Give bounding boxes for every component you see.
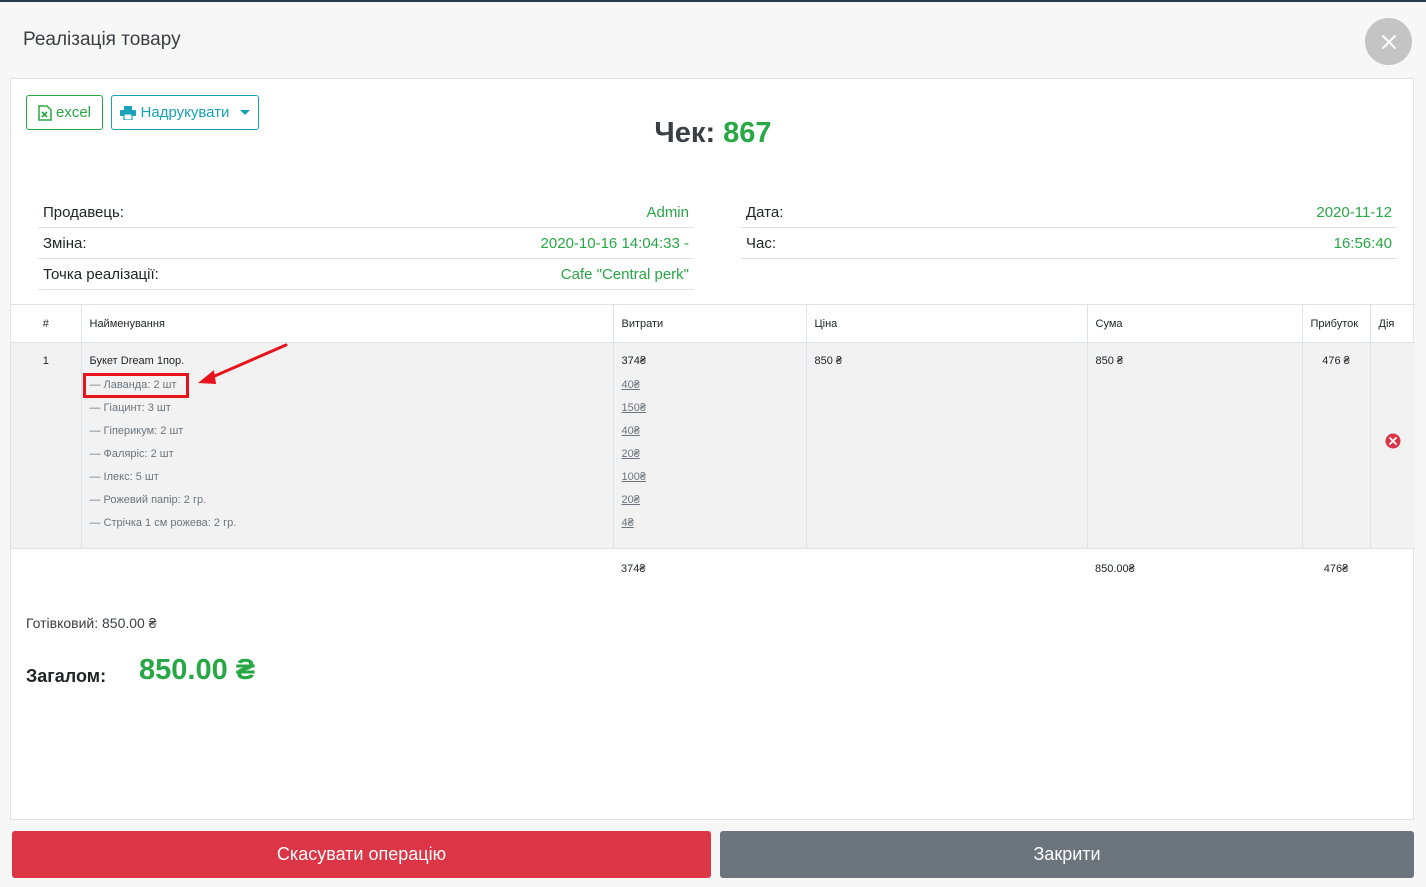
product-cost: 374₴ [621, 355, 646, 367]
totals-empty [806, 549, 1087, 585]
delete-button[interactable] [1385, 433, 1401, 452]
totals-empty [11, 549, 81, 585]
price-cell: 850 ₴ [805, 342, 1087, 549]
column-header: Сума [1086, 304, 1302, 343]
info-label: Час: [746, 234, 777, 252]
action-cell [1369, 342, 1415, 549]
table-row: 1 Букет Dream 1пор. — Лаванда: 2 шт — Гі… [11, 342, 1415, 549]
column-header: Прибуток [1301, 304, 1370, 343]
total-sum: 850.00₴ [1095, 563, 1135, 575]
info-label: Дата: [746, 203, 784, 221]
component-cost-link[interactable]: 100₴ [622, 471, 798, 494]
product-name-cell: Букет Dream 1пор. — Лаванда: 2 шт — Гіац… [80, 342, 613, 549]
cancel-operation-button[interactable]: Скасувати операцію [12, 831, 711, 878]
info-label: Точка реалізації: [43, 265, 159, 283]
row-number: 1 [11, 342, 81, 549]
info-row-seller: Продавець: Admin [38, 197, 694, 228]
component-cost-link[interactable]: 150₴ [622, 402, 798, 425]
info-label: Зміна: [43, 234, 87, 252]
cost-cell: 374₴ 40₴ 150₴ 40₴ 20₴ 100₴ 20₴ 4₴ [612, 342, 806, 549]
cash-payment: Готівковий: 850.00 ₴ [26, 615, 157, 631]
column-header: Ціна [805, 304, 1087, 343]
close-button[interactable] [1365, 18, 1412, 65]
component-cost-link[interactable]: 20₴ [622, 494, 798, 517]
component-item: — Гіперикум: 2 шт [89, 425, 184, 437]
sale-modal: Реалізація товару excel Надрукувати Чек: [0, 2, 1426, 887]
total-label: Загалом: [26, 666, 107, 686]
info-row-date: Дата: 2020-11-12 [741, 197, 1397, 228]
receipt-title: Чек: 867 [11, 117, 1415, 150]
total-value: 850.00 ₴ [139, 654, 256, 686]
delete-circle-icon [1385, 433, 1401, 449]
close-icon [1381, 34, 1396, 49]
component-cost-link[interactable]: 40₴ [622, 379, 798, 402]
column-header: Витрати [612, 304, 806, 343]
receipt-card: excel Надрукувати Чек: 867 Продавець: Ad… [10, 78, 1415, 820]
component-item: — Лаванда: 2 шт [82, 373, 605, 402]
receipt-info-left: Продавець: Admin Зміна: 2020-10-16 14:04… [38, 197, 694, 290]
close-modal-button[interactable]: Закрити [720, 831, 1414, 878]
component-item: — Стрічка 1 см рожева: 2 гр. [89, 517, 237, 529]
component-item: — Гіацинт: 3 шт [89, 402, 171, 414]
component-cost-link[interactable]: 40₴ [622, 425, 798, 448]
annotation-highlight-box [82, 373, 189, 398]
receipt-info-right: Дата: 2020-11-12 Час: 16:56:40 [741, 197, 1397, 259]
receipt-number: 867 [723, 117, 772, 149]
total-profit: 476₴ [1323, 563, 1349, 575]
sum-cell: 850 ₴ [1086, 342, 1302, 549]
receipt-title-label: Чек: [654, 117, 716, 149]
modal-title: Реалізація товару [23, 29, 181, 50]
info-value: Admin [646, 203, 689, 221]
column-header: Найменування [80, 304, 613, 343]
column-header: Дія [1369, 304, 1415, 343]
info-row-time: Час: 16:56:40 [741, 228, 1397, 259]
totals-row: 374₴ 850.00₴ 476₴ [11, 549, 1415, 585]
items-table: # Найменування Витрати Ціна Сума Прибуто… [11, 304, 1415, 585]
info-row-shift: Зміна: 2020-10-16 14:04:33 - [38, 228, 694, 259]
component-cost-link[interactable]: 20₴ [622, 448, 798, 471]
profit-cell: 476 ₴ [1301, 342, 1370, 549]
table-header-row: # Найменування Витрати Ціна Сума Прибуто… [11, 304, 1415, 343]
info-value: 2020-10-16 14:04:33 - [540, 234, 689, 252]
totals-empty [1370, 549, 1415, 585]
info-value: 16:56:40 [1333, 234, 1392, 252]
info-value: Cafe "Central perk" [560, 265, 689, 283]
caret-down-icon [240, 110, 251, 115]
totals-empty [81, 549, 613, 585]
info-label: Продавець: [43, 203, 124, 221]
component-item: — Фаляріс: 2 шт [89, 448, 174, 460]
component-item: — Ілекс: 5 шт [89, 471, 159, 483]
column-header: # [11, 304, 81, 343]
info-value: 2020-11-12 [1316, 203, 1392, 221]
info-row-point: Точка реалізації: Cafe "Central perk" [38, 259, 694, 290]
total-cost: 374₴ [621, 563, 646, 575]
component-item: — Рожевий папір: 2 гр. [89, 494, 207, 506]
component-cost-link[interactable]: 4₴ [622, 517, 798, 540]
